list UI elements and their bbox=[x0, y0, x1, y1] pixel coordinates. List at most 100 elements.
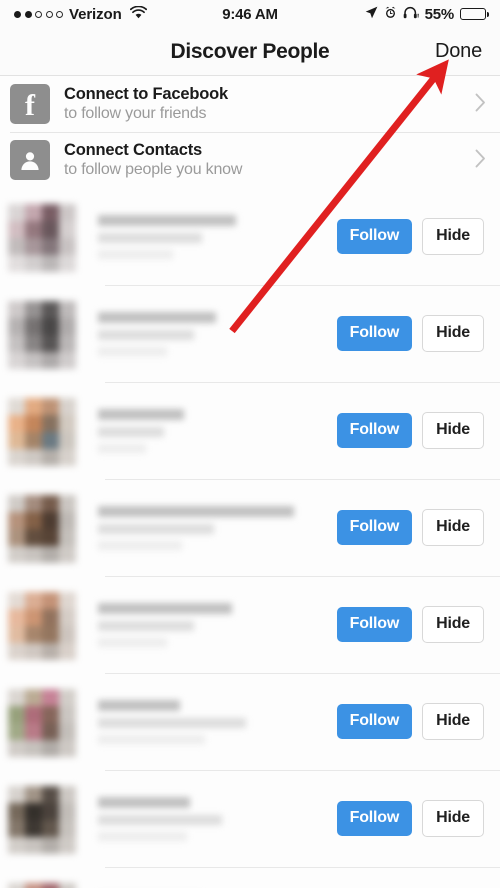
connect-section: f Connect to Facebook to follow your fri… bbox=[0, 76, 500, 188]
suggested-person-row[interactable]: Follow Hide bbox=[0, 188, 500, 285]
facebook-icon: f bbox=[10, 84, 50, 124]
person-username-blurred bbox=[98, 426, 164, 437]
avatar-pixel bbox=[25, 528, 42, 546]
avatar-pixel bbox=[25, 688, 42, 706]
avatar-pixel bbox=[25, 625, 42, 643]
hide-button[interactable]: Hide bbox=[422, 218, 484, 255]
connect-contacts-row[interactable]: Connect Contacts to follow people you kn… bbox=[0, 132, 500, 188]
person-avatar[interactable] bbox=[8, 494, 76, 563]
avatar-pixel bbox=[8, 882, 25, 888]
follow-button[interactable]: Follow bbox=[336, 801, 413, 836]
person-fullname-blurred bbox=[98, 602, 232, 614]
suggested-people-list[interactable]: Follow Hide Follow Hide Follow Hide Follow Hide… bbox=[0, 188, 500, 888]
avatar-pixel bbox=[8, 608, 25, 626]
avatar-pixel bbox=[59, 545, 76, 563]
avatar-pixel bbox=[59, 882, 76, 888]
avatar-pixel bbox=[8, 722, 25, 740]
suggested-person-row[interactable]: Follow Hide bbox=[0, 285, 500, 382]
connect-facebook-title: Connect to Facebook bbox=[64, 85, 228, 103]
row-actions: Follow Hide bbox=[336, 703, 484, 740]
avatar-pixel bbox=[8, 334, 25, 352]
person-name-block bbox=[98, 796, 222, 841]
person-avatar[interactable] bbox=[8, 591, 76, 660]
suggested-person-row[interactable]: FollowHide bbox=[0, 867, 500, 888]
avatar-pixel bbox=[42, 591, 59, 609]
suggested-person-row[interactable]: Follow Hide bbox=[0, 576, 500, 673]
person-avatar[interactable] bbox=[8, 203, 76, 272]
hide-button[interactable]: Hide bbox=[422, 703, 484, 740]
facebook-f-glyph: f bbox=[25, 89, 35, 122]
row-actions: Follow Hide bbox=[336, 218, 484, 255]
person-avatar[interactable] bbox=[8, 397, 76, 466]
avatar-pixel bbox=[8, 317, 25, 335]
avatar-pixel bbox=[42, 448, 59, 466]
avatar-pixel bbox=[25, 705, 42, 723]
avatar-pixel bbox=[25, 836, 42, 854]
avatar-pixel bbox=[42, 705, 59, 723]
avatar-pixel bbox=[59, 334, 76, 352]
follow-button[interactable]: Follow bbox=[336, 704, 413, 739]
hide-button[interactable]: Hide bbox=[422, 412, 484, 449]
suggested-person-row[interactable]: Follow Hide bbox=[0, 673, 500, 770]
avatar-pixel bbox=[8, 414, 25, 432]
avatar-pixel bbox=[8, 785, 25, 803]
avatar-pixel bbox=[42, 397, 59, 415]
follow-button[interactable]: Follow bbox=[336, 316, 413, 351]
person-username-blurred bbox=[98, 717, 246, 728]
person-avatar[interactable] bbox=[8, 785, 76, 854]
avatar-pixel bbox=[8, 739, 25, 757]
avatar-pixel bbox=[25, 351, 42, 369]
signal-dot-empty bbox=[35, 10, 42, 18]
person-meta-blurred bbox=[98, 443, 146, 453]
hide-button[interactable]: Hide bbox=[422, 800, 484, 837]
hide-button[interactable]: Hide bbox=[422, 606, 484, 643]
avatar-pixel bbox=[59, 431, 76, 449]
avatar-pixel bbox=[42, 836, 59, 854]
done-button[interactable]: Done bbox=[435, 40, 482, 63]
avatar-pixel bbox=[8, 220, 25, 238]
avatar-pixel bbox=[25, 203, 42, 221]
suggested-person-row[interactable]: Follow Hide bbox=[0, 770, 500, 867]
avatar-pixel bbox=[42, 334, 59, 352]
connect-contacts-subtitle: to follow people you know bbox=[64, 161, 243, 178]
avatar-pixel bbox=[8, 448, 25, 466]
avatar-pixel bbox=[8, 591, 25, 609]
avatar-pixel bbox=[42, 642, 59, 660]
avatar-pixel bbox=[42, 494, 59, 512]
cellular-signal-dots bbox=[14, 10, 63, 18]
follow-button[interactable]: Follow bbox=[336, 413, 413, 448]
avatar-pixel bbox=[59, 642, 76, 660]
person-avatar[interactable] bbox=[8, 300, 76, 369]
avatar-pixel bbox=[25, 448, 42, 466]
suggested-person-row[interactable]: Follow Hide bbox=[0, 382, 500, 479]
avatar-pixel bbox=[59, 802, 76, 820]
follow-button[interactable]: Follow bbox=[336, 510, 413, 545]
avatar-pixel bbox=[59, 739, 76, 757]
hide-button[interactable]: Hide bbox=[422, 509, 484, 546]
avatar-pixel bbox=[59, 528, 76, 546]
follow-button[interactable]: Follow bbox=[336, 219, 413, 254]
avatar-pixel bbox=[42, 739, 59, 757]
person-avatar[interactable] bbox=[8, 688, 76, 757]
avatar-pixel bbox=[8, 431, 25, 449]
connect-to-facebook-row[interactable]: f Connect to Facebook to follow your fri… bbox=[0, 76, 500, 132]
person-name-block bbox=[98, 408, 184, 453]
row-actions: Follow Hide bbox=[336, 606, 484, 643]
suggested-person-row[interactable]: Follow Hide bbox=[0, 479, 500, 576]
connect-facebook-text: Connect to Facebook to follow your frien… bbox=[64, 85, 228, 123]
person-fullname-blurred bbox=[98, 505, 294, 517]
avatar-pixel bbox=[42, 608, 59, 626]
avatar-pixel bbox=[25, 511, 42, 529]
hide-button[interactable]: Hide bbox=[422, 315, 484, 352]
avatar-pixel bbox=[42, 625, 59, 643]
person-avatar[interactable] bbox=[8, 882, 76, 888]
status-bar-left: Verizon bbox=[14, 5, 250, 23]
follow-button[interactable]: Follow bbox=[336, 607, 413, 642]
wifi-icon bbox=[129, 5, 147, 23]
person-meta-blurred bbox=[98, 734, 205, 744]
avatar-pixel bbox=[8, 802, 25, 820]
avatar-pixel bbox=[25, 882, 42, 888]
person-fullname-blurred bbox=[98, 214, 236, 226]
avatar-pixel bbox=[8, 494, 25, 512]
connect-facebook-subtitle: to follow your friends bbox=[64, 105, 207, 122]
